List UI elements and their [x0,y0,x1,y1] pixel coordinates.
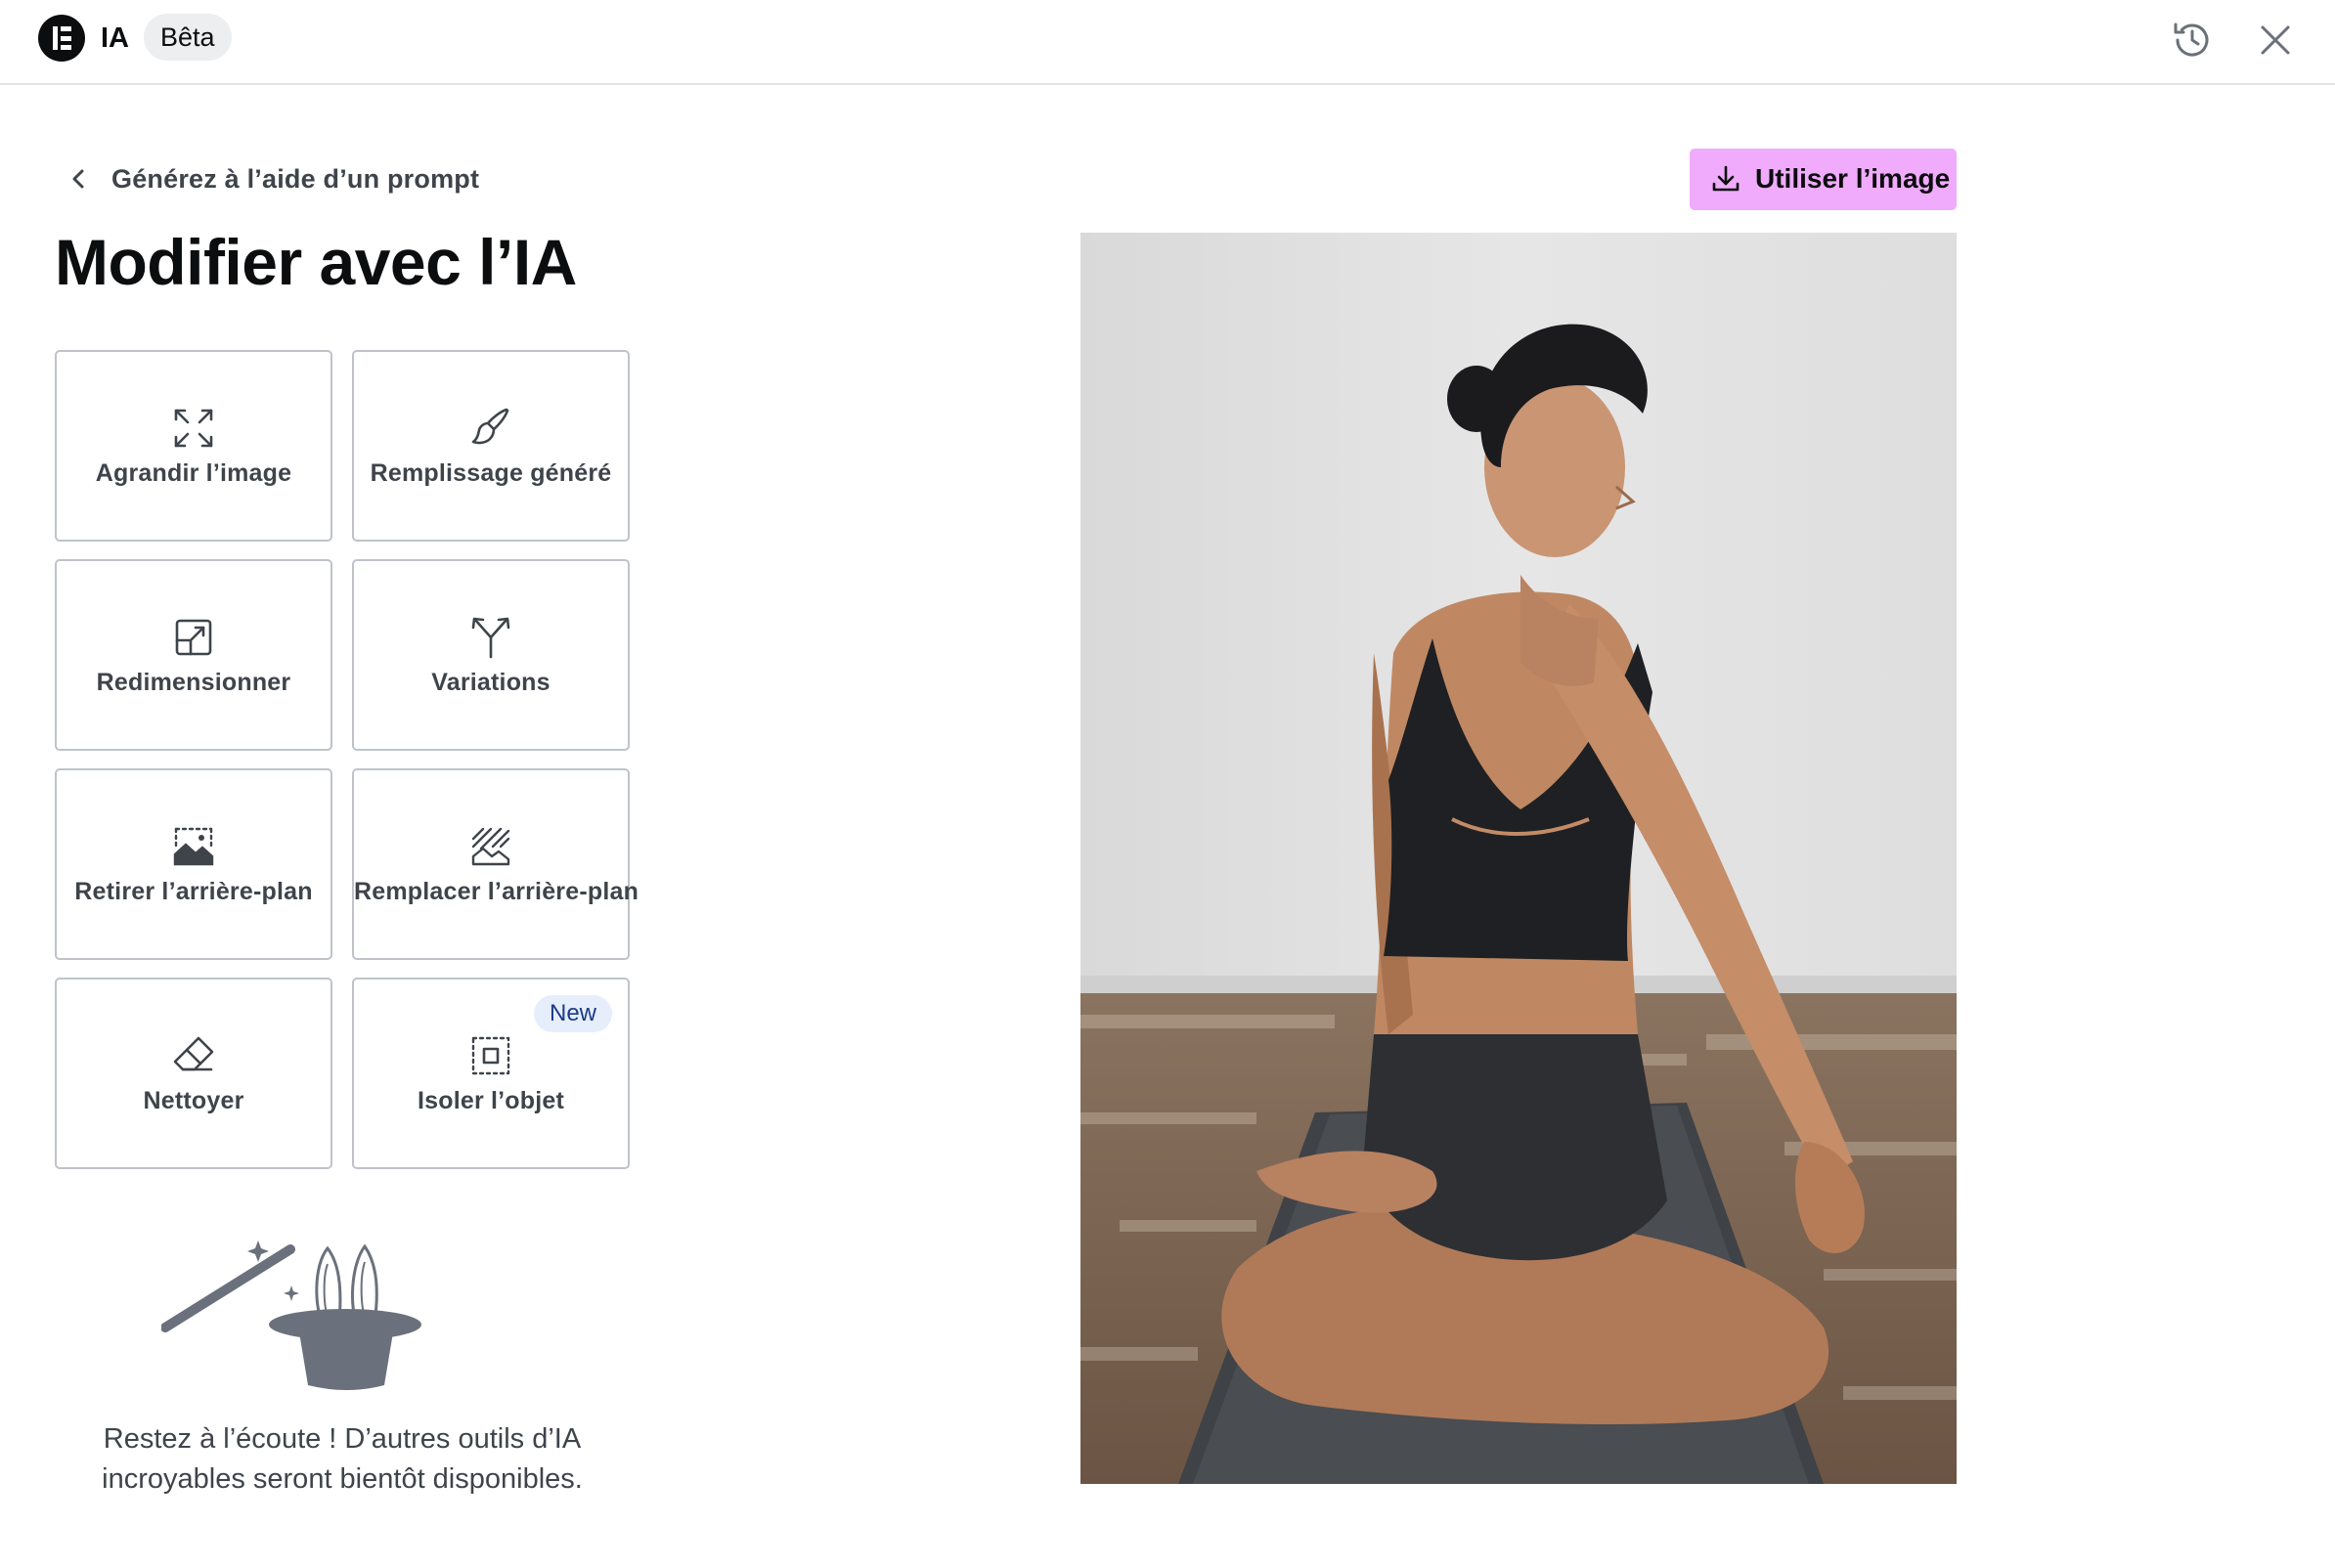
tool-label: Nettoyer [143,1087,244,1114]
replace-background-icon [471,827,510,866]
close-icon[interactable] [2249,14,2302,66]
beta-badge: Bêta [144,14,232,61]
tool-replace-background[interactable]: Remplacer l’arrière-plan [352,768,639,960]
tool-cleanup[interactable]: Nettoyer [55,978,332,1169]
use-image-label: Utiliser l’image [1755,163,1951,194]
tool-isolate-object[interactable]: New Isoler l’objet [352,978,630,1169]
elementor-logo-icon [38,15,85,62]
resize-icon [175,619,212,656]
tool-label: Retirer l’arrière-plan [74,878,313,905]
chevron-left-icon [72,169,84,189]
use-image-button[interactable]: Utiliser l’image [1690,149,1957,210]
history-icon[interactable] [2166,14,2219,66]
tool-label: Remplacer l’arrière-plan [354,878,639,905]
magic-hat-illustration [161,1241,421,1390]
isolate-object-icon [471,1036,510,1075]
top-bar: IA Bêta [0,0,2335,85]
image-preview [1080,233,1957,1484]
tool-generative-fill[interactable]: Remplissage généré [352,350,630,542]
tool-expand-image[interactable]: Agrandir l’image [55,350,332,542]
eraser-icon [173,1036,214,1071]
new-badge: New [533,995,612,1032]
tool-label: Redimensionner [96,669,291,696]
download-icon [1712,165,1740,192]
app-title: IA [101,22,129,54]
tool-label: Remplissage généré [370,459,612,487]
back-link-label: Générez à l’aide d’un prompt [111,164,480,194]
page-title: Modifier avec l’IA [55,226,577,298]
tool-label: Isoler l’objet [417,1087,565,1114]
tool-label: Variations [431,669,551,696]
tool-resize[interactable]: Redimensionner [55,559,332,751]
split-arrows-icon [471,617,510,659]
remove-background-icon [173,827,214,866]
tool-label: Agrandir l’image [95,459,292,487]
expand-icon [174,409,213,448]
tool-variations[interactable]: Variations [352,559,630,751]
coming-soon-text: Restez à l’écoute ! D’autres outils d’IA… [102,1423,583,1495]
brush-icon [471,408,509,445]
tool-remove-background[interactable]: Retirer l’arrière-plan [55,768,332,960]
